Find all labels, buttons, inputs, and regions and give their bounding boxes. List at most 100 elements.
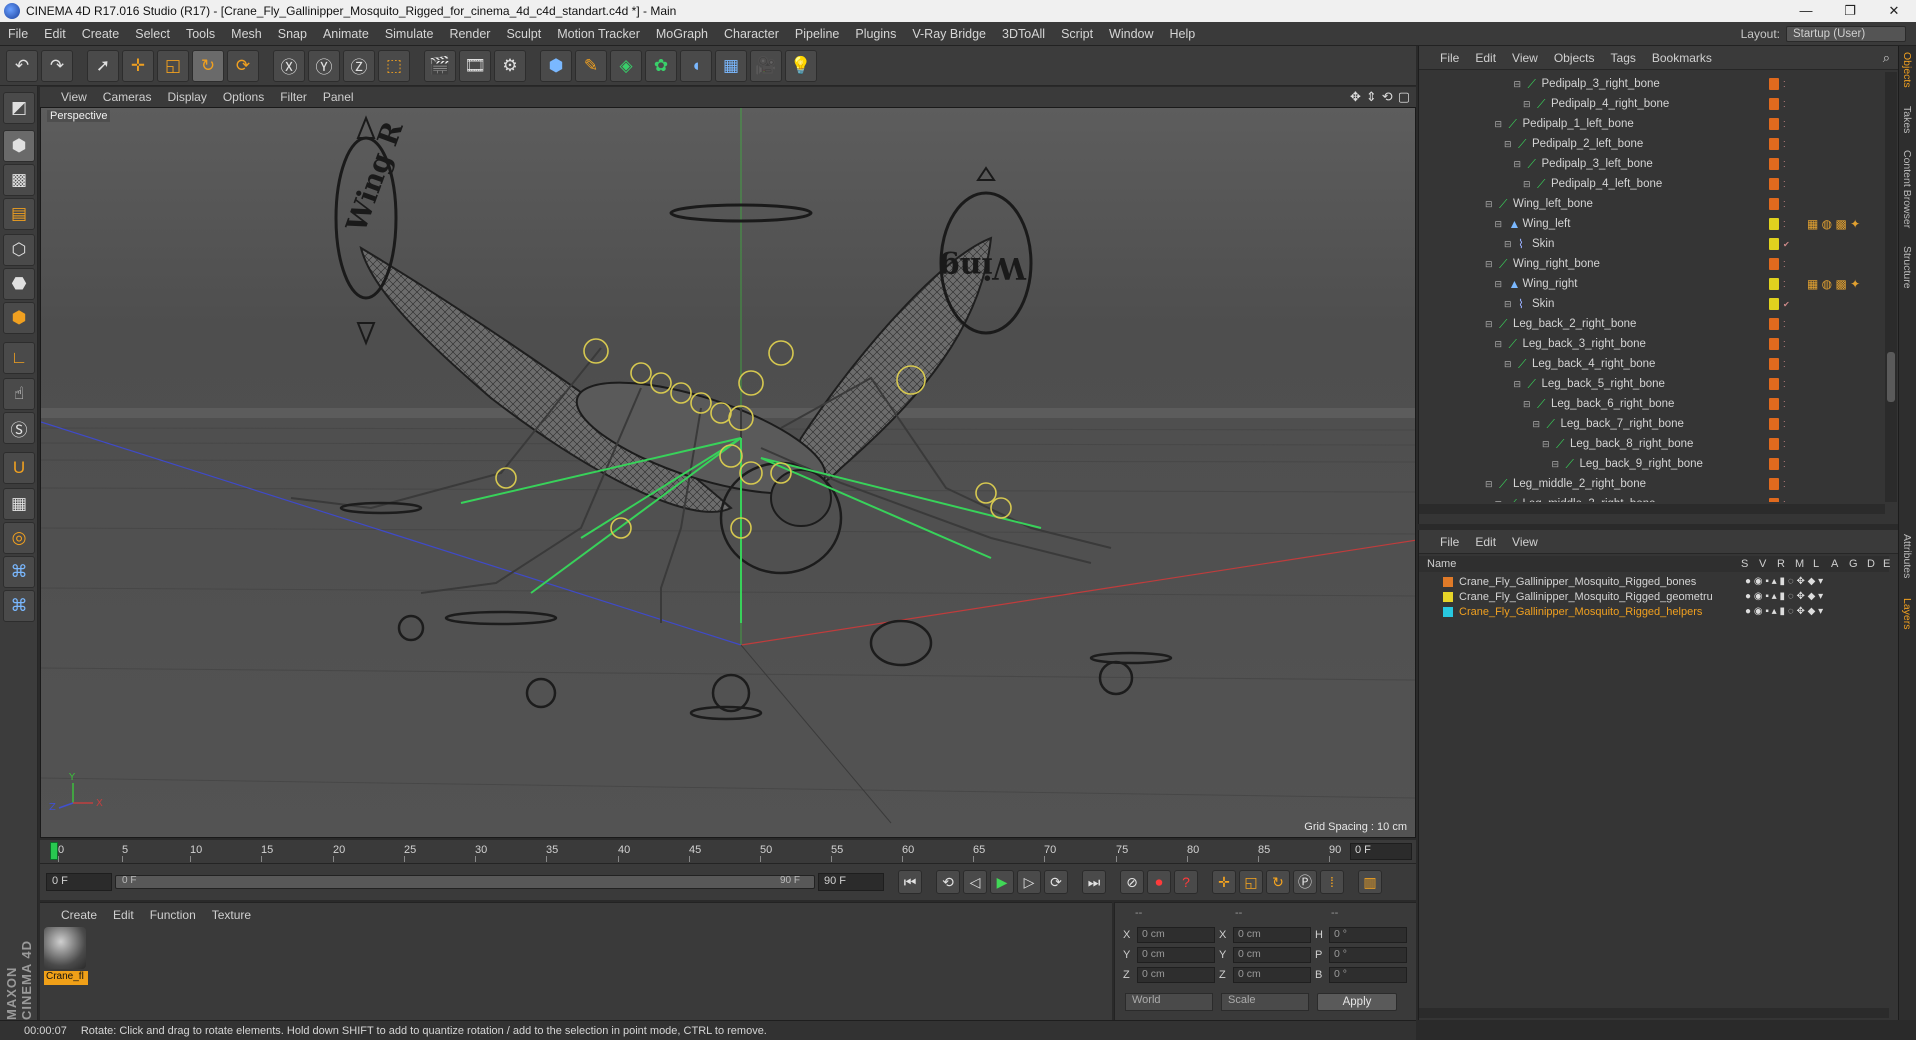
expand-toggle-icon[interactable]: ⊟ (1514, 159, 1522, 170)
size-z-field[interactable]: 0 cm (1233, 967, 1311, 983)
floor-scene-icon[interactable]: ▦ (715, 49, 747, 82)
layout-select[interactable]: Startup (User) (1786, 25, 1906, 42)
object-row[interactable]: ⊟ ⟋ Pedipalp_2_left_bone ⁚ (1419, 134, 1885, 154)
visibility-dots-icon[interactable]: ⁚ (1783, 460, 1786, 469)
visibility-dots-icon[interactable]: ⁚ (1783, 480, 1786, 489)
expand-toggle-icon[interactable]: ⊟ (1495, 119, 1503, 130)
object-row[interactable]: ⊟ ⌇ Skin ✔ (1419, 294, 1885, 314)
object-name[interactable]: Wing_right (1523, 278, 1578, 290)
expand-toggle-icon[interactable]: ⊟ (1523, 179, 1531, 190)
polygons-mode-icon[interactable]: ⬢ (3, 302, 35, 334)
expand-toggle-icon[interactable]: ⊟ (1495, 339, 1503, 350)
texture-mode-icon[interactable]: ▩ (3, 164, 35, 196)
edges-mode-icon[interactable]: ⬣ (3, 268, 35, 300)
python-script-icon[interactable]: ⌘ (3, 590, 35, 622)
material-thumbnail[interactable] (44, 927, 86, 969)
range-slider[interactable]: 0 F 90 F (115, 875, 815, 889)
expand-toggle-icon[interactable]: ⊟ (1504, 299, 1512, 310)
current-frame-field[interactable]: 0 F (1350, 843, 1412, 860)
visibility-dots-icon[interactable]: ⁚ (1783, 200, 1786, 209)
layer-color-swatch[interactable] (1769, 398, 1779, 410)
menu-simulate[interactable]: Simulate (377, 27, 442, 41)
array-generator-icon[interactable]: ✿ (645, 49, 677, 82)
object-row[interactable]: ⊟ ⟋ Pedipalp_3_right_bone ⁚ (1419, 74, 1885, 94)
layer-color-swatch[interactable] (1769, 358, 1779, 370)
workplane-lock-icon[interactable]: ▦ (3, 488, 35, 520)
visibility-dots-icon[interactable]: ⁚ (1783, 280, 1786, 289)
viewport-menu-display[interactable]: Display (160, 90, 213, 104)
visibility-dots-icon[interactable]: ⁚ (1783, 100, 1786, 109)
object-row[interactable]: ⊟ ⟋ Leg_back_3_right_bone ⁚ (1419, 334, 1885, 354)
menu-character[interactable]: Character (716, 27, 787, 41)
menu-sculpt[interactable]: Sculpt (498, 27, 549, 41)
object-name[interactable]: Wing_right_bone (1513, 258, 1600, 270)
position-y-field[interactable]: 0 cm (1137, 947, 1215, 963)
expand-toggle-icon[interactable]: ⊟ (1514, 379, 1522, 390)
object-menu-file[interactable]: File (1433, 51, 1466, 65)
coordinate-mode-select[interactable]: Scale (1221, 993, 1309, 1011)
menu-script[interactable]: Script (1053, 27, 1101, 41)
layer-toggle-icons[interactable]: ● ◉ ▪ ▴ ▮ ◌ ✥ ◆ ▾ (1745, 591, 1823, 602)
object-name[interactable]: Leg_back_4_right_bone (1532, 358, 1655, 370)
layer-row-bones[interactable]: Crane_Fly_Gallinipper_Mosquito_Rigged_bo… (1419, 574, 1889, 589)
material-menu-edit[interactable]: Edit (106, 908, 141, 922)
layer-color-swatch[interactable] (1769, 178, 1779, 190)
perspective-viewport[interactable]: Wing R Wing Y X Z Perspective Grid Spaci… (40, 107, 1416, 838)
next-frame-icon[interactable]: ▷ (1017, 870, 1041, 894)
live-selection-icon[interactable]: ➚ (87, 49, 119, 82)
make-editable-icon[interactable]: ◩ (3, 92, 35, 124)
enabled-check-icon[interactable]: ✔ (1783, 240, 1790, 249)
object-name[interactable]: Skin (1532, 238, 1554, 250)
goto-start-icon[interactable]: ⏮ (898, 870, 922, 894)
layer-color-swatch[interactable] (1443, 576, 1453, 587)
snap-icon[interactable]: Ⓢ (3, 412, 35, 444)
menu-file[interactable]: File (0, 27, 36, 41)
expand-toggle-icon[interactable]: ⊟ (1504, 139, 1512, 150)
menu-help[interactable]: Help (1162, 27, 1204, 41)
coordinate-system-icon[interactable]: ⬚ (378, 49, 410, 82)
expand-toggle-icon[interactable]: ⊟ (1485, 479, 1493, 490)
position-x-field[interactable]: 0 cm (1137, 927, 1215, 943)
layer-color-swatch[interactable] (1769, 258, 1779, 270)
layer-color-swatch[interactable] (1769, 238, 1779, 250)
object-row[interactable]: ⊟ ⟋ Wing_left_bone ⁚ (1419, 194, 1885, 214)
visibility-dots-icon[interactable]: ⁚ (1783, 120, 1786, 129)
record-keys-icon[interactable]: ⊘ (1120, 870, 1144, 894)
viewport-layout-icon[interactable]: ▢ (1398, 89, 1410, 105)
expand-toggle-icon[interactable]: ⊟ (1485, 199, 1493, 210)
object-row[interactable]: ⊟ ⟋ Leg_middle_3_right_bone ⁚ (1419, 494, 1885, 502)
visibility-dots-icon[interactable]: ⁚ (1783, 320, 1786, 329)
object-row[interactable]: ⊟ ▲ Wing_right ⁚ ▦ ◍ ▩ ✦ (1419, 274, 1885, 294)
menu-edit[interactable]: Edit (36, 27, 74, 41)
layer-toggle-icons[interactable]: ● ◉ ▪ ▴ ▮ ◌ ✥ ◆ ▾ (1745, 606, 1823, 617)
object-row[interactable]: ⊟ ⟋ Pedipalp_4_left_bone ⁚ (1419, 174, 1885, 194)
enabled-check-icon[interactable]: ✔ (1783, 300, 1790, 309)
layer-color-swatch[interactable] (1769, 458, 1779, 470)
object-search-icon[interactable]: ⌕ (1883, 50, 1898, 66)
visibility-dots-icon[interactable]: ⁚ (1783, 420, 1786, 429)
object-row[interactable]: ⊟ ⌇ Skin ✔ (1419, 234, 1885, 254)
menu-window[interactable]: Window (1101, 27, 1161, 41)
key-position-icon[interactable]: ✛ (1212, 870, 1236, 894)
object-row[interactable]: ⊟ ⟋ Pedipalp_3_left_bone ⁚ (1419, 154, 1885, 174)
light-icon[interactable]: 💡 (785, 49, 817, 82)
rotate-icon[interactable]: ↻ (192, 49, 224, 82)
object-name[interactable]: Leg_back_7_right_bone (1561, 418, 1684, 430)
layer-color-swatch[interactable] (1769, 318, 1779, 330)
layer-color-swatch[interactable] (1769, 378, 1779, 390)
layer-menu-edit[interactable]: Edit (1468, 535, 1503, 549)
expand-toggle-icon[interactable]: ⊟ (1504, 359, 1512, 370)
menu-mograph[interactable]: MoGraph (648, 27, 716, 41)
end-frame-field[interactable]: 90 F (818, 873, 884, 891)
render-view-icon[interactable]: 🎬 (424, 49, 456, 82)
material-menu-create[interactable]: Create (54, 908, 104, 922)
rotation-p-field[interactable]: 0 ° (1329, 947, 1407, 963)
layer-row-geometry[interactable]: Crane_Fly_Gallinipper_Mosquito_Rigged_ge… (1419, 589, 1889, 604)
menu-3dtoall[interactable]: 3DToAll (994, 27, 1053, 41)
playhead-marker[interactable] (50, 842, 58, 860)
size-x-field[interactable]: 0 cm (1233, 927, 1311, 943)
object-menu-objects[interactable]: Objects (1547, 51, 1602, 65)
layer-menu-file[interactable]: File (1433, 535, 1466, 549)
layer-color-swatch[interactable] (1769, 278, 1779, 290)
menu-plugins[interactable]: Plugins (847, 27, 904, 41)
